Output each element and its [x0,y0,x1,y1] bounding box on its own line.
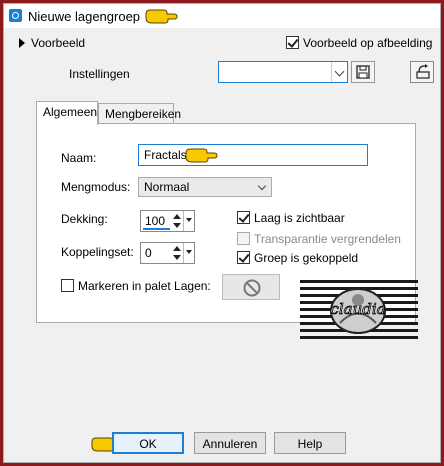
tab-blend-ranges[interactable]: Mengbereiken [98,103,181,124]
checkbox-icon [237,232,250,245]
save-preset-button[interactable] [351,61,375,83]
link-set-label: Koppelingset: [61,245,134,259]
highlight-in-palette-label: Markeren in palet Lagen: [78,279,211,293]
layer-visible-label: Laag is zichtbaar [254,211,345,225]
group-linked-label: Groep is gekoppeld [254,251,359,265]
watermark-logo: claudia [300,280,418,339]
svg-text:claudia: claudia [330,300,385,318]
help-button[interactable]: Help [274,432,346,454]
reset-button[interactable] [410,61,434,83]
lock-transparency-checkbox[interactable]: Transparantie vergrendelen [237,232,401,246]
checkbox-icon [61,279,74,292]
opacity-slider[interactable] [143,228,170,230]
cancel-button[interactable]: Annuleren [194,432,266,454]
highlight-color-button[interactable] [222,274,280,300]
window-title: Nieuwe lagengroep [28,9,141,24]
preview-on-image-label: Voorbeeld op afbeelding [303,36,433,50]
checkbox-icon [286,36,299,49]
tab-general-label: Algemeen [43,105,98,119]
ok-label: OK [139,437,157,451]
preview-on-image-checkbox[interactable]: Voorbeeld op afbeelding [286,36,432,50]
highlight-in-palette-checkbox[interactable]: Markeren in palet Lagen: [61,279,211,293]
dropdown-arrow-icon[interactable] [183,243,194,263]
opacity-stepper[interactable]: 100 [140,210,195,232]
preview-toggle[interactable]: Voorbeeld [19,36,85,50]
name-input[interactable]: Fractals [138,144,368,166]
name-value: Fractals [144,148,187,162]
opacity-label: Dekking: [61,212,108,226]
preview-label: Voorbeeld [31,36,86,50]
spin-arrows-icon[interactable] [172,212,182,230]
blend-mode-value: Normaal [144,180,190,194]
ok-button[interactable]: OK [112,432,184,454]
chevron-down-icon[interactable] [331,62,347,82]
settings-label: Instellingen [69,67,130,81]
settings-dropdown[interactable] [218,61,348,83]
floppy-disk-icon [356,65,370,79]
group-linked-checkbox[interactable]: Groep is gekoppeld [237,251,358,265]
blend-mode-label: Mengmodus: [61,180,131,194]
opacity-value: 100 [145,214,166,228]
checkbox-icon [237,211,250,224]
link-set-stepper[interactable]: 0 [140,242,195,264]
chevron-down-icon [257,181,267,191]
expand-triangle-icon [19,38,25,48]
dialog-window: Nieuwe lagengroep Voorbeeld Voorbeeld op… [3,3,441,463]
cancel-label: Annuleren [202,437,258,451]
dropdown-arrow-icon[interactable] [183,211,194,231]
title-bar: Nieuwe lagengroep [4,4,440,28]
name-label: Naam: [61,151,97,165]
tab-general[interactable]: Algemeen [36,101,98,125]
no-color-icon [243,279,261,297]
reset-icon [416,64,430,79]
app-icon [9,9,22,22]
pointing-hand-icon [145,9,178,24]
checkbox-icon [237,251,250,264]
help-label: Help [297,437,323,451]
blend-mode-select[interactable]: Normaal [138,177,272,197]
layer-visible-checkbox[interactable]: Laag is zichtbaar [237,211,345,225]
link-set-value: 0 [145,246,152,260]
pointing-hand-icon [185,148,218,163]
spin-arrows-icon[interactable] [172,244,182,262]
tab-blend-ranges-label: Mengbereiken [105,107,182,121]
lock-transparency-label: Transparantie vergrendelen [254,232,401,246]
